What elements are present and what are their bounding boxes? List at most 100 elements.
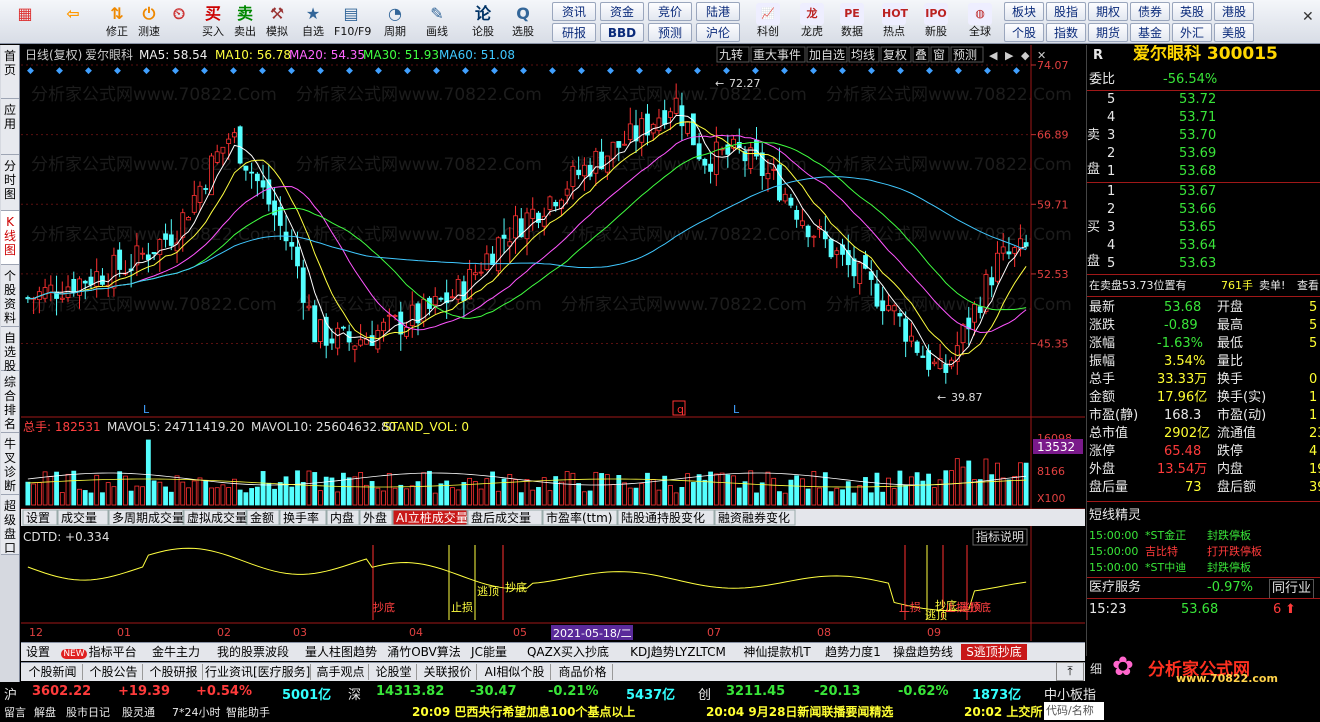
bottom-tab1-3[interactable]: 我的股票波段 [209, 644, 297, 660]
toolbar-close-icon[interactable]: ✕ [1302, 10, 1316, 24]
toolbar-btn2-1[interactable]: BBD [600, 23, 644, 42]
bottom-tab1-8[interactable]: KDJ趋势LYZLTCM [623, 644, 733, 660]
toolbar-btn-2[interactable]: 竞价 [648, 2, 692, 21]
status-link-0[interactable]: 留言 [4, 704, 26, 720]
toolbar-discuss-button[interactable]: 论论股 [466, 1, 500, 43]
market-btn-1-5[interactable]: 美股 [1214, 23, 1254, 42]
toolbar-f10-button[interactable]: ▤ F10/F9 [334, 1, 371, 43]
toolbar-globe-button[interactable]: ◍ 全球 [960, 1, 1000, 43]
status-link-1[interactable]: 解盘 [34, 704, 56, 720]
ind-tab-12[interactable]: 融资融券变化 [714, 509, 796, 526]
bottom-tab1-1[interactable]: NEW 指标平台 [55, 644, 143, 660]
bottom-tab1-9[interactable]: 神仙提款机T [735, 644, 819, 660]
bottom-tab2-8[interactable]: 商品价格 [553, 664, 613, 680]
chart-header-button-6[interactable]: 窗 [930, 46, 950, 63]
bottom-tab2-7[interactable]: AI相似个股 [479, 664, 551, 680]
toolbar-dragon-button[interactable]: 龙龙虎 [792, 1, 832, 43]
market-btn-0-5[interactable]: 港股 [1214, 2, 1254, 21]
toolbar-btn2-3[interactable]: 沪伦 [696, 23, 740, 42]
chart-nav-icon-0[interactable]: ◀ [989, 49, 998, 62]
chart-nav-icon-1[interactable]: ▶ [1005, 49, 1014, 62]
ind-tab-11[interactable]: 陆股通持股变化 [617, 509, 715, 526]
status-link-2[interactable]: 股市日记 [66, 704, 110, 720]
bottom-tab1-2[interactable]: 金牛主力 [145, 644, 207, 660]
status-link-5[interactable]: 智能助手 [226, 704, 270, 720]
leftnav-item-2[interactable]: 分时图 [1, 155, 19, 211]
bottom-tab1-12[interactable]: S逃顶抄底 [961, 644, 1027, 660]
bottom-tab2-2[interactable]: 个股研报 [145, 664, 203, 680]
toolbar-back-arrow-button[interactable]: ⇦ [56, 1, 90, 43]
toolbar-buy-button[interactable]: 买买入 [196, 1, 230, 43]
bottom-tab2-6[interactable]: 关联报价 [419, 664, 477, 680]
market-btn-1-2[interactable]: 期货 [1088, 23, 1128, 42]
ind-tab-8[interactable]: AI立桩成交量 [392, 509, 468, 526]
toolbar-btn-0[interactable]: 资讯 [552, 2, 596, 21]
toolbar-speed-button[interactable]: ⏻ 测速 [132, 1, 166, 43]
bottom-tab2-0[interactable]: 个股新闻 [23, 664, 83, 680]
toolbar-btn-3[interactable]: 陆港 [696, 2, 740, 21]
ind-tab-7[interactable]: 外盘 [359, 509, 393, 526]
bottom-tab1-5[interactable]: 涌竹OBV算法 [385, 644, 463, 660]
market-btn-0-0[interactable]: 板块 [1004, 2, 1044, 21]
ind-tab-4[interactable]: 金额 [246, 509, 280, 526]
toolbar-hammer-button[interactable]: ⚒ 模拟 [260, 1, 294, 43]
toolbar-kc-button[interactable]: 📈 科创 [748, 1, 788, 43]
ind-tab-3[interactable]: 虚拟成交量 [183, 509, 247, 526]
bottom-tab1-4[interactable]: 量人柱图趋势 [299, 644, 383, 660]
chart-nav-icon-2[interactable]: ◆ [1021, 49, 1030, 62]
chart-area[interactable]: 分析家公式网www.70822.Com 分析家公式网www.70822.Com 分析… [21, 45, 1085, 641]
leftnav-item-0[interactable]: 首页 [1, 45, 19, 99]
ind-tab-10[interactable]: 市盈率(ttm) [542, 509, 618, 526]
chart-header-button-1[interactable]: 重大事件 [750, 46, 806, 63]
toolbar-sell-button[interactable]: 卖卖出 [228, 1, 262, 43]
bottom-tab2-1[interactable]: 个股公告 [85, 664, 143, 680]
leftnav-item-1[interactable]: 应用 [1, 99, 19, 155]
bottom-tab2-3[interactable]: 行业资讯[医疗服务] [205, 664, 311, 680]
leftnav-item-7[interactable]: 牛叉诊断 [1, 433, 19, 495]
chart-header-button-7[interactable]: 预测 [950, 46, 984, 63]
same-industry-button[interactable]: 同行业 [1269, 579, 1315, 599]
toolbar-hot-button[interactable]: HOT 热点 [874, 1, 914, 43]
collapse-panel-button[interactable]: ⤒ [1056, 662, 1084, 681]
toolbar-btn-1[interactable]: 资金 [600, 2, 644, 21]
bottom-tab2-4[interactable]: 高手观点 [313, 664, 369, 680]
toolbar-pen-button[interactable]: ✎ 画线 [420, 1, 454, 43]
view-button[interactable]: 查看 [1297, 277, 1319, 295]
chart-header-button-2[interactable]: 加自选 [806, 46, 848, 63]
bottom-tab1-7[interactable]: QAZX买入抄底 [515, 644, 621, 660]
chart-header-button-5[interactable]: 叠 [912, 46, 930, 63]
toolbar-clock-button[interactable]: ⏲ [162, 1, 196, 43]
chart-header-button-0[interactable]: 九转 [716, 46, 750, 63]
ind-tab-9[interactable]: 盘后成交量 [467, 509, 543, 526]
ind-tab-1[interactable]: 成交量 [57, 509, 109, 526]
ind-tab-0[interactable]: 设置 [22, 509, 58, 526]
toolbar-star-button[interactable]: ★ 自选 [296, 1, 330, 43]
market-btn-1-4[interactable]: 外汇 [1172, 23, 1212, 42]
bottom-tab2-5[interactable]: 论股堂 [371, 664, 417, 680]
bottom-tab1-11[interactable]: 操盘趋势线 [887, 644, 959, 660]
search-input[interactable]: 代码/名称 [1044, 702, 1104, 720]
market-btn-0-3[interactable]: 债券 [1130, 2, 1170, 21]
leftnav-item-5[interactable]: 自选股 [1, 327, 19, 373]
market-btn-0-4[interactable]: 英股 [1172, 2, 1212, 21]
leftnav-item-8[interactable]: 超级盘口 [1, 495, 19, 555]
toolbar-ipo-button[interactable]: IPO 新股 [916, 1, 956, 43]
toolbar-btn2-0[interactable]: 研报 [552, 23, 596, 42]
toolbar-btn2-2[interactable]: 预测 [648, 23, 692, 42]
toolbar-grid-button[interactable]: ▦ [8, 1, 42, 43]
status-link-3[interactable]: 股灵通 [122, 704, 155, 720]
toolbar-pe-button[interactable]: PE 数据 [832, 1, 872, 43]
market-btn-1-3[interactable]: 基金 [1130, 23, 1170, 42]
ind-tab-5[interactable]: 换手率 [279, 509, 327, 526]
leftnav-item-3[interactable]: K线图 [1, 211, 19, 265]
bottom-tab1-10[interactable]: 趋势力度1 [821, 644, 885, 660]
market-btn-1-0[interactable]: 个股 [1004, 23, 1044, 42]
ind-tab-2[interactable]: 多周期成交量 [108, 509, 184, 526]
kline-chart-svg[interactable]: 分析家公式网www.70822.Com 分析家公式网www.70822.Com 分析… [21, 45, 1085, 641]
chart-header-button-3[interactable]: 均线 [848, 46, 880, 63]
leftnav-item-4[interactable]: 个股资料 [1, 265, 19, 327]
chart-nav-icon-3[interactable]: ✕ [1037, 49, 1046, 62]
chart-header-button-4[interactable]: 复权 [880, 46, 912, 63]
bottom-tab1-0[interactable]: 设置 [23, 644, 53, 660]
ind-tab-6[interactable]: 内盘 [326, 509, 360, 526]
